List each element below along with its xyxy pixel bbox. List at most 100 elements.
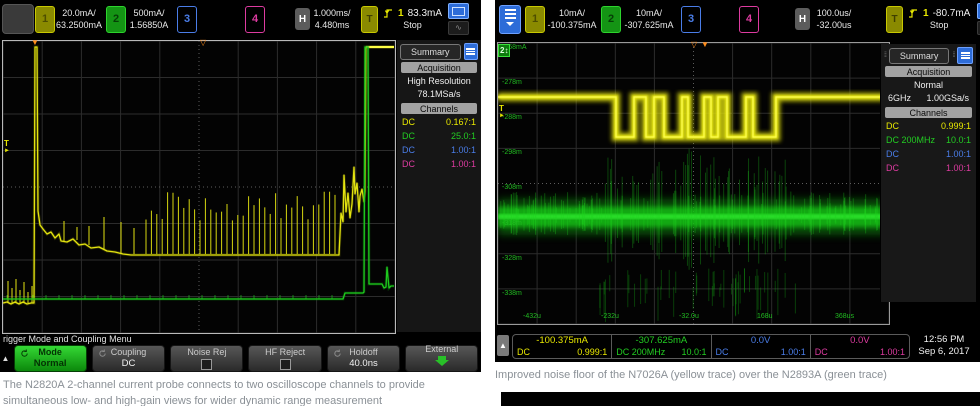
horizontal-button[interactable]: H (295, 8, 310, 30)
trigger-readout: 1 83.3mA Stop (383, 8, 442, 30)
sample-rate: 78.1MSa/s (417, 89, 461, 100)
channel-2-scale: 500mA/ (133, 7, 165, 18)
softkey-hf-reject[interactable]: HF Reject (248, 345, 322, 372)
sidebar-menu-icon[interactable] (463, 43, 478, 60)
channel-3-button[interactable]: 3 (177, 5, 197, 33)
channel-2-offset: 1.56850A (129, 20, 169, 30)
softkey-holdoff[interactable]: Holdoff 40.0ns (326, 345, 401, 372)
ground-marker-number: 2 (500, 46, 505, 55)
channel-1-scale: 20.0mA/ (62, 7, 96, 18)
trigger-level-marker[interactable]: T ► (499, 105, 505, 120)
channel-1-button[interactable]: 1 (525, 5, 545, 33)
softkey-label: Holdoff (349, 346, 378, 357)
menu-up-arrow-icon[interactable]: ▲ (497, 335, 509, 356)
left-waveform-display: ▼ ▽ T ► (2, 38, 396, 334)
channel-value: -307.625mA (635, 335, 688, 347)
trigger-source: 1 (923, 8, 929, 19)
channel-1-summary-row: DC 0.167:1 (397, 116, 481, 130)
trigger-position-marker[interactable]: ▼ (701, 41, 709, 49)
x-axis-label: -432u (523, 313, 541, 320)
cycle-icon (20, 349, 28, 357)
softkey-mode[interactable]: Mode Normal (13, 345, 87, 372)
channels-header: Channels (885, 107, 972, 119)
softkey-external[interactable]: External (405, 344, 479, 372)
acquisition-status: Stop (929, 20, 949, 30)
trigger-button[interactable]: T (361, 5, 378, 33)
channel-2-readout: 10mA/ -307.625mA (622, 7, 676, 31)
checkbox-icon[interactable] (201, 359, 213, 371)
channel-1-scale: 10mA/ (558, 7, 585, 18)
y-axis-label: -288m (502, 114, 522, 122)
channel-2-panel[interactable]: -307.625mA DC 200MHz 10.0:1 (612, 335, 712, 358)
timebase-scale: 100.0us/ (816, 7, 852, 18)
acquisition-mode: High Resolution (407, 76, 471, 86)
checkbox-icon[interactable] (279, 359, 291, 371)
channel-2-offset: -307.625mA (624, 20, 674, 30)
right-oscilloscope-screen: 1 10mA/ -100.375mA 2 10mA/ -307.625mA 3 … (495, 0, 980, 362)
x-axis-label: 368us (835, 313, 855, 320)
channel-2-button[interactable]: 2 (601, 5, 621, 33)
channel-1-panel[interactable]: -100.375mA DC 0.999:1 (513, 335, 613, 358)
y-axis-label: -308m (502, 184, 522, 192)
acquisition-header: Acquisition (401, 62, 477, 73)
channel-3-panel[interactable]: 0.0V DC 1.00:1 (712, 335, 811, 358)
clock: 12:56 PM Sep 6, 2017 (910, 334, 978, 359)
sample-rate: 1.00GSa/s (926, 93, 969, 104)
menu-button-blank[interactable] (2, 4, 34, 34)
softkey-coupling[interactable]: Coupling DC (91, 345, 166, 372)
summary-tab[interactable]: Summary (888, 47, 950, 64)
menu-back-arrow-icon[interactable]: ▲ (0, 349, 11, 369)
probe-ratio: 1.00:1 (450, 158, 476, 169)
coupling-label: DC 200MHz (616, 346, 666, 357)
channel-2-readout: 500mA/ 1.56850A (127, 7, 171, 31)
trigger-position-marker[interactable]: ▼ (31, 39, 39, 47)
probe-ratio: 1.00:1 (945, 162, 971, 173)
softkey-label: Mode (38, 346, 62, 357)
horizontal-button[interactable]: H (795, 8, 810, 30)
figure-pair: 1 20.0mA/ 63.2500mA 2 500mA/ 1.56850A 3 … (0, 0, 980, 406)
hamburger-menu-icon[interactable] (499, 4, 521, 34)
channel-2-ground-marker[interactable]: 2↕ (498, 44, 511, 57)
x-axis-label: -232u (601, 313, 619, 320)
zoom-window-icon[interactable] (448, 3, 470, 19)
softkey-value: 40.0ns (349, 358, 378, 370)
coupling-label: DC (517, 346, 530, 357)
delay-reference-marker: ▽ (200, 38, 207, 47)
channel-4-button[interactable]: 4 (739, 5, 759, 33)
horizontal-readout: 100.0us/ -32.00us (812, 7, 856, 31)
right-status-bar: 1 10mA/ -100.375mA 2 10mA/ -307.625mA 3 … (495, 0, 980, 38)
y-axis-label: -278m (502, 79, 522, 87)
channels-header: Channels (401, 103, 477, 115)
softkey-value: Normal (33, 358, 67, 370)
left-summary-sidebar: Summary Acquisition High Resolution 78.1… (396, 40, 481, 332)
channel-4-panel[interactable]: 0.0V DC 1.00:1 (811, 335, 909, 358)
channel-1-button[interactable]: 1 (35, 5, 55, 33)
trigger-readout: 1 -80.7mA Stop (908, 8, 970, 30)
waveform-recall-icon[interactable]: ∿ (448, 21, 470, 35)
timebase-delay: 4.480ms (314, 20, 350, 30)
trigger-button[interactable]: T (886, 5, 903, 33)
probe-ratio: 10.0:1 (681, 346, 707, 357)
channel-2-scale: 10mA/ (635, 7, 662, 18)
coupling-label: DC (814, 346, 828, 357)
softkey-noise-rej[interactable]: Noise Rej (170, 345, 244, 372)
sidebar-menu-icon[interactable] (957, 47, 973, 64)
trigger-level: -80.7mA (932, 8, 971, 19)
probe-ratio: 10.0:1 (945, 135, 971, 146)
channel-2-button[interactable]: 2 (106, 5, 126, 33)
channel-1-readout: 20.0mA/ 63.2500mA (56, 7, 102, 31)
down-arrow-icon (434, 356, 449, 372)
channel-3-summary-row: DC 1.00:1 (881, 148, 976, 162)
channel-measurement-panels: -100.375mA DC 0.999:1 -307.625mA DC 200M… (512, 334, 910, 359)
summary-tab[interactable]: Summary (400, 43, 461, 60)
channel-value: 0.0V (750, 335, 771, 347)
trigger-level-marker[interactable]: T ► (4, 140, 10, 155)
channel-2-summary-row: DC 200MHz 10.0:1 (881, 134, 976, 148)
channel-4-button[interactable]: 4 (245, 5, 265, 33)
channel-3-button[interactable]: 3 (681, 5, 701, 33)
y-axis-label: -318m (502, 219, 522, 227)
bandwidth: 6GHz (888, 93, 912, 104)
trigger-edge-icon (384, 9, 392, 18)
horizontal-readout: 1.000ms/ 4.480ms (312, 7, 352, 31)
probe-ratio: 1.00:1 (450, 144, 476, 155)
